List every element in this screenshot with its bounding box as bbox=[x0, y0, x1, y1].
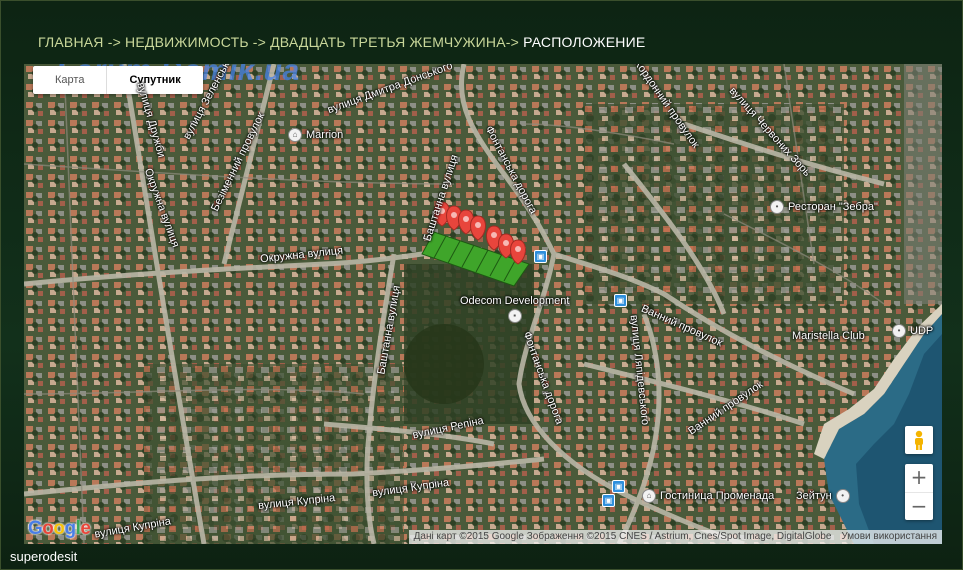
google-logo[interactable]: Google bbox=[28, 518, 91, 540]
breadcrumb: ГЛАВНАЯ -> НЕДВИЖИМОСТЬ -> ДВАДЦАТЬ ТРЕТ… bbox=[38, 34, 645, 50]
breadcrumb-home-link[interactable]: ГЛАВНАЯ bbox=[38, 34, 104, 50]
poi-zeytun[interactable]: Зейтун • bbox=[796, 489, 850, 503]
restaurant-icon: • bbox=[835, 489, 850, 503]
attribution-text: Дані карт ©2015 Google Зображення ©2015 … bbox=[413, 531, 832, 542]
restaurant-icon: • bbox=[770, 200, 784, 214]
bus-stop-icon[interactable]: ▣ bbox=[602, 494, 615, 507]
pegman-icon bbox=[915, 430, 923, 450]
zoom-in-button[interactable]: + bbox=[905, 464, 933, 492]
breadcrumb-project-link[interactable]: ДВАДЦАТЬ ТРЕТЬЯ ЖЕМЧУЖИНА bbox=[270, 34, 506, 50]
map-type-control: Карта Супутник bbox=[33, 66, 203, 94]
map-attribution: Дані карт ©2015 Google Зображення ©2015 … bbox=[408, 530, 942, 544]
street-view-pegman-icon[interactable] bbox=[905, 426, 933, 454]
breadcrumb-current: РАСПОЛОЖЕНИЕ bbox=[523, 34, 646, 50]
breadcrumb-separator: -> bbox=[505, 34, 524, 50]
marker-pin-icon bbox=[470, 215, 486, 241]
hotel-icon: ⌂ bbox=[288, 128, 302, 142]
poi-restaurant-zebra[interactable]: • Ресторан "Зебра" bbox=[770, 200, 878, 214]
bus-stop-icon[interactable]: ▣ bbox=[534, 250, 547, 263]
bus-stop-icon[interactable]: ▣ bbox=[612, 480, 625, 493]
poi-maristella-club[interactable]: Maristella Club bbox=[792, 330, 865, 342]
hotel-icon: ⌂ bbox=[642, 489, 656, 503]
poi-label: Гостиница Променада bbox=[660, 490, 775, 502]
building-icon: ▪ bbox=[507, 309, 522, 323]
breadcrumb-separator: -> bbox=[103, 34, 126, 50]
breadcrumb-separator: -> bbox=[248, 34, 271, 50]
zoom-out-button[interactable]: − bbox=[905, 492, 933, 521]
map-type-satellite-button[interactable]: Супутник bbox=[106, 66, 202, 94]
poi-label: UDP bbox=[910, 325, 934, 337]
poi-odecom-development[interactable]: Odecom Development ▪ bbox=[460, 295, 569, 323]
poi-label: Ресторан "Зебра" bbox=[788, 201, 878, 213]
username-label: superodesit bbox=[10, 549, 78, 564]
poi-marrion[interactable]: ⌂ Marrion bbox=[288, 128, 343, 142]
poi-label: Marrion bbox=[306, 129, 344, 141]
poi-udp[interactable]: • UDP bbox=[892, 324, 933, 338]
place-icon: • bbox=[892, 324, 906, 338]
breadcrumb-realty-link[interactable]: НЕДВИЖИМОСТЬ bbox=[125, 34, 249, 50]
map-view[interactable]: Forum.Domik.ua Карта Супутник вулиця Дми… bbox=[24, 64, 942, 544]
terms-of-use-link[interactable]: Умови використання bbox=[836, 530, 942, 544]
zoom-control: + − bbox=[905, 464, 933, 520]
poi-label: Зейтун bbox=[796, 490, 832, 502]
map-type-map-button[interactable]: Карта bbox=[33, 66, 106, 94]
bus-stop-icon[interactable]: ▣ bbox=[614, 294, 627, 307]
marker-pin-icon bbox=[510, 239, 526, 265]
poi-label: Maristella Club bbox=[792, 330, 865, 342]
poi-hotel-promenada[interactable]: ⌂ Гостиница Променада bbox=[642, 489, 774, 503]
poi-label: Odecom Development bbox=[460, 295, 570, 307]
